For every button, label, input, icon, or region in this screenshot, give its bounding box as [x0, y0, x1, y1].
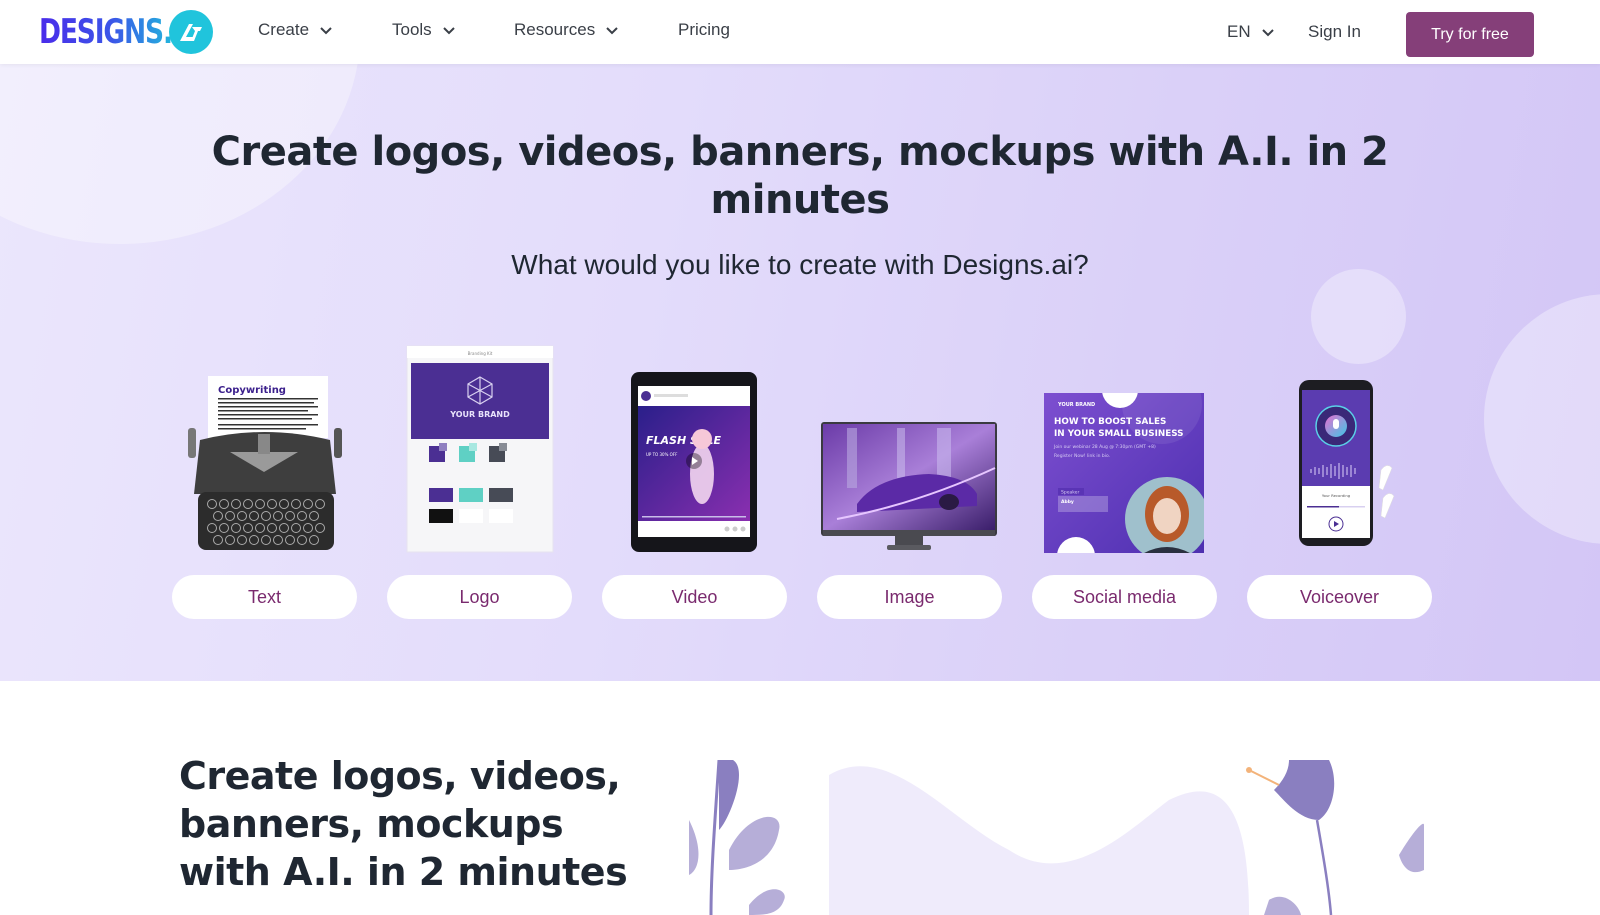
phone-recording-title: Your Recording — [1322, 493, 1351, 498]
voiceover-option-button[interactable]: Voiceover — [1247, 575, 1432, 619]
top-navbar: DESIGNS. Create Tools Resources Pricing … — [0, 0, 1600, 64]
try-for-free-button[interactable]: Try for free — [1406, 12, 1534, 57]
option-card-image[interactable]: Image — [817, 344, 1002, 619]
chevron-down-icon — [606, 27, 618, 35]
chevron-down-icon — [442, 27, 455, 35]
social-post-brand: YOUR BRAND — [1057, 402, 1095, 408]
nav-create-label: Create — [258, 20, 310, 39]
create-options: Copywriting Text Branding Kit YOUR BRAND… — [0, 344, 1600, 644]
branding-kit-illustration: Branding Kit YOUR BRAND — [406, 345, 554, 553]
nav-resources[interactable]: Resources — [514, 20, 619, 40]
social-post-sub-1: Join our webinar 28 Aug @ 7:30pm (GMT +8… — [1053, 444, 1156, 450]
branding-kit-header: Branding Kit — [468, 351, 493, 356]
nav-create[interactable]: Create — [258, 20, 333, 40]
option-card-social-media[interactable]: YOUR BRAND HOW TO BOOST SALES IN YOUR SM… — [1032, 344, 1217, 619]
language-label: EN — [1227, 22, 1251, 41]
social-post-headline-1: HOW TO BOOST SALES — [1054, 417, 1166, 427]
typewriter-paper-title: Copywriting — [218, 385, 286, 396]
hero-subtitle: What would you like to create with Desig… — [511, 249, 1089, 280]
option-card-video[interactable]: FLASH SALE UP TO 30% OFF Video — [602, 344, 787, 619]
text-option-button[interactable]: Text — [172, 575, 357, 619]
social-media-option-button[interactable]: Social media — [1032, 575, 1217, 619]
nav-pricing[interactable]: Pricing — [678, 20, 730, 40]
logo-option-button[interactable]: Logo — [387, 575, 572, 619]
nav-resources-label: Resources — [514, 20, 596, 39]
branding-kit-brand: YOUR BRAND — [449, 410, 510, 419]
option-card-text[interactable]: Copywriting Text — [172, 344, 357, 619]
typewriter-illustration: Copywriting — [188, 376, 342, 550]
social-post-speaker-tag: Speaker — [1061, 490, 1079, 496]
logo-ai-mark-icon — [169, 10, 213, 54]
social-post-sub-2: Register Now! link in bio. — [1054, 453, 1110, 459]
section-title: Create logos, videos, banners, mockups w… — [179, 754, 628, 894]
sign-in-link[interactable]: Sign In — [1308, 22, 1361, 42]
nav-tools-label: Tools — [392, 20, 432, 39]
phone-voiceover-illustration: Your Recording — [1299, 380, 1395, 546]
social-post-illustration: YOUR BRAND HOW TO BOOST SALES IN YOUR SM… — [1044, 393, 1204, 553]
tablet-discount-text: UP TO 30% OFF — [646, 452, 678, 457]
floral-illustration — [689, 760, 1424, 915]
logo-wordmark: DESIGNS. — [39, 9, 173, 55]
nav-tools[interactable]: Tools — [392, 20, 456, 40]
chevron-down-icon — [1261, 29, 1274, 37]
social-post-speaker: Abby — [1061, 499, 1074, 505]
social-post-headline-2: IN YOUR SMALL BUSINESS — [1054, 429, 1184, 439]
image-option-button[interactable]: Image — [817, 575, 1002, 619]
chevron-down-icon — [320, 27, 332, 35]
hero-section: Create logos, videos, banners, mockups w… — [0, 64, 1600, 681]
hero-title: Create logos, videos, banners, mockups w… — [211, 129, 1389, 223]
language-selector[interactable]: EN — [1227, 22, 1275, 42]
option-card-voiceover[interactable]: Your Recording Voiceover — [1247, 344, 1432, 619]
video-option-button[interactable]: Video — [602, 575, 787, 619]
nav-pricing-label: Pricing — [678, 20, 730, 39]
option-card-logo[interactable]: Branding Kit YOUR BRAND Logo — [387, 344, 572, 619]
tablet-video-illustration: FLASH SALE UP TO 30% OFF — [631, 372, 757, 552]
designs-ai-logo[interactable]: DESIGNS. — [39, 9, 213, 55]
monitor-image-illustration — [821, 422, 997, 550]
